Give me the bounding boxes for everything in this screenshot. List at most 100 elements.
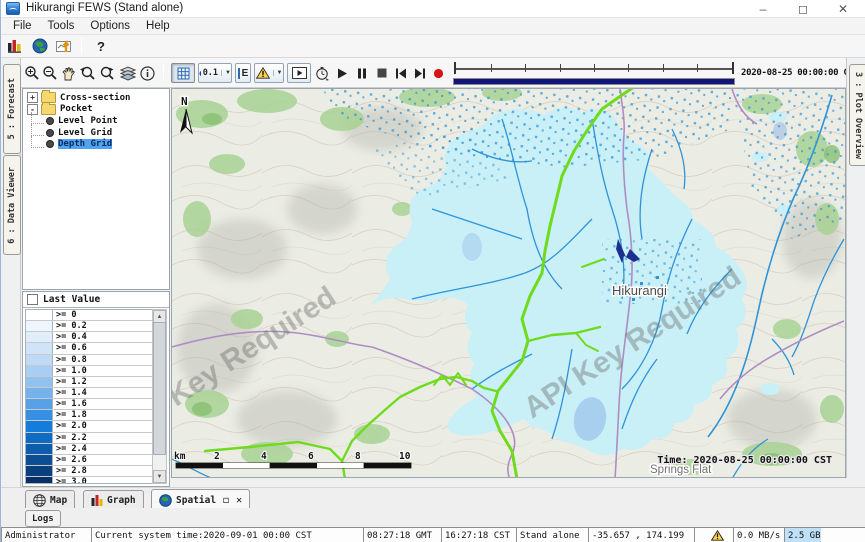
- legend-row[interactable]: >= 3.0: [26, 477, 153, 484]
- tab-graph[interactable]: Graph: [83, 490, 144, 510]
- legend-swatch: [26, 377, 53, 387]
- pause-icon[interactable]: [353, 63, 371, 83]
- last-value-checkbox[interactable]: [27, 294, 38, 305]
- tree-connector: [31, 124, 44, 136]
- menu-tools[interactable]: Tools: [40, 19, 83, 33]
- legend-class-list: >= 0 >= 0.2 >= 0.4 >= 0.6 >= 0.8 >= 1.0 …: [25, 309, 154, 484]
- play-icon[interactable]: [333, 63, 351, 83]
- tree-connector: [31, 136, 44, 148]
- tab-close-icon[interactable]: ✕: [236, 495, 242, 506]
- time-slider[interactable]: [451, 59, 737, 86]
- tab-plot-overview[interactable]: 3 : Plot Overview: [849, 64, 865, 166]
- slider-end-cap: [732, 62, 734, 74]
- right-tab-strip: 3 : Plot Overview: [846, 58, 865, 478]
- database-chart-icon[interactable]: [5, 36, 25, 56]
- legend-swatch: [26, 366, 53, 376]
- legend-row[interactable]: >= 1.0: [26, 366, 153, 377]
- legend-row[interactable]: >= 0: [26, 310, 153, 321]
- step-forward-icon[interactable]: [411, 63, 429, 83]
- legend-row[interactable]: >= 2.4: [26, 444, 153, 455]
- set-time-icon[interactable]: [313, 63, 331, 83]
- zoom-next-icon[interactable]: [98, 63, 117, 83]
- legend-swatch: [26, 444, 53, 454]
- scroll-down-icon[interactable]: ▼: [153, 470, 166, 483]
- scroll-thumb[interactable]: [153, 322, 166, 455]
- slider-tick: [491, 64, 492, 72]
- legend-row[interactable]: >= 0.2: [26, 321, 153, 332]
- close-button[interactable]: ✕: [826, 0, 860, 17]
- tab-forecast[interactable]: 5 : Forecast: [3, 64, 21, 154]
- slider-tick: [594, 64, 595, 72]
- legend-row[interactable]: >= 1.8: [26, 410, 153, 421]
- menu-options[interactable]: Options: [82, 19, 138, 33]
- tab-map[interactable]: Map: [25, 490, 75, 510]
- zoom-previous-icon[interactable]: [78, 63, 97, 83]
- legend-row[interactable]: >= 0.6: [26, 343, 153, 354]
- status-user: Administrator: [1, 527, 94, 542]
- grid-icon[interactable]: [171, 63, 195, 83]
- stop-icon[interactable]: [373, 63, 391, 83]
- bar-chart-icon: [91, 494, 103, 506]
- info-icon[interactable]: [138, 63, 156, 83]
- svg-text:km: km: [174, 451, 186, 462]
- legend-scrollbar[interactable]: ▲ ▼: [152, 309, 167, 484]
- toolbar-separator: [81, 38, 82, 54]
- warning-dropdown[interactable]: ▼: [254, 63, 284, 83]
- map-canvas[interactable]: API Key Required API Key Required Hikura…: [172, 89, 845, 478]
- tab-maximize-icon[interactable]: ◻: [223, 495, 229, 506]
- status-mode: Stand alone: [516, 527, 592, 542]
- scalar-value: 0.1: [203, 68, 218, 78]
- time-range-bar[interactable]: [453, 78, 735, 85]
- warning-icon: [256, 67, 270, 79]
- legend-row[interactable]: >= 0.8: [26, 355, 153, 366]
- svg-text:10: 10: [399, 451, 411, 462]
- maximize-button[interactable]: ◻: [786, 0, 820, 17]
- chevron-down-icon: ▼: [273, 70, 283, 76]
- logs-button[interactable]: Logs: [25, 510, 61, 527]
- spatial-globe-icon: [159, 494, 172, 507]
- legend-row[interactable]: >= 1.4: [26, 388, 153, 399]
- map-view[interactable]: API Key Required API Key Required Hikura…: [171, 88, 846, 478]
- status-coordinates: -35.657 , 174.199: [588, 527, 698, 542]
- step-back-icon[interactable]: [392, 63, 410, 83]
- svg-text:8: 8: [355, 451, 361, 462]
- record-icon[interactable]: [430, 63, 446, 83]
- pan-icon[interactable]: [59, 63, 77, 83]
- layers-icon[interactable]: [118, 63, 137, 83]
- help-icon[interactable]: ?: [91, 36, 111, 56]
- scalar-dropdown[interactable]: 0.1 ▼: [198, 63, 232, 83]
- warning-icon: [711, 530, 724, 541]
- globe-icon[interactable]: [30, 36, 50, 56]
- legend-swatch: [26, 343, 53, 353]
- legend-row[interactable]: >= 2.6: [26, 455, 153, 466]
- menu-file[interactable]: File: [5, 19, 40, 33]
- legend-swatch: [26, 355, 53, 365]
- label-toggle[interactable]: E: [235, 63, 251, 83]
- tree-item-pocket[interactable]: - Pocket: [23, 104, 169, 116]
- tree-item-level-grid[interactable]: Level Grid: [23, 127, 169, 139]
- node-bullet-icon: [46, 129, 54, 137]
- node-bullet-icon: [46, 117, 54, 125]
- status-warning-cell[interactable]: [694, 527, 737, 542]
- animation-icon[interactable]: [287, 63, 311, 83]
- status-local-time: 16:27:18 CST: [441, 527, 520, 542]
- tab-data-viewer[interactable]: 6 : Data Viewer: [3, 155, 21, 255]
- menu-help[interactable]: Help: [138, 19, 178, 33]
- legend-row[interactable]: >= 2.0: [26, 421, 153, 432]
- map-globe-icon: [33, 494, 46, 507]
- spatial-display-icon[interactable]: [55, 36, 75, 56]
- window-title: Hikurangi FEWS (Stand alone): [26, 2, 183, 14]
- legend-row[interactable]: >= 1.6: [26, 399, 153, 410]
- zoom-in-icon[interactable]: [23, 63, 41, 83]
- tree-item-depth-grid[interactable]: Depth Grid: [23, 138, 169, 150]
- legend-row[interactable]: >= 2.8: [26, 466, 153, 477]
- legend-row[interactable]: >= 1.2: [26, 377, 153, 388]
- zoom-out-icon[interactable]: [41, 63, 59, 83]
- legend-swatch: [26, 310, 53, 320]
- tree-item-level-point[interactable]: Level Point: [23, 115, 169, 127]
- legend-row[interactable]: >= 2.2: [26, 433, 153, 444]
- application-window: Hikurangi FEWS (Stand alone) – ◻ ✕ File …: [0, 0, 865, 542]
- minimize-button[interactable]: –: [746, 0, 780, 17]
- expand-icon[interactable]: +: [27, 92, 38, 103]
- legend-row[interactable]: >= 0.4: [26, 332, 153, 343]
